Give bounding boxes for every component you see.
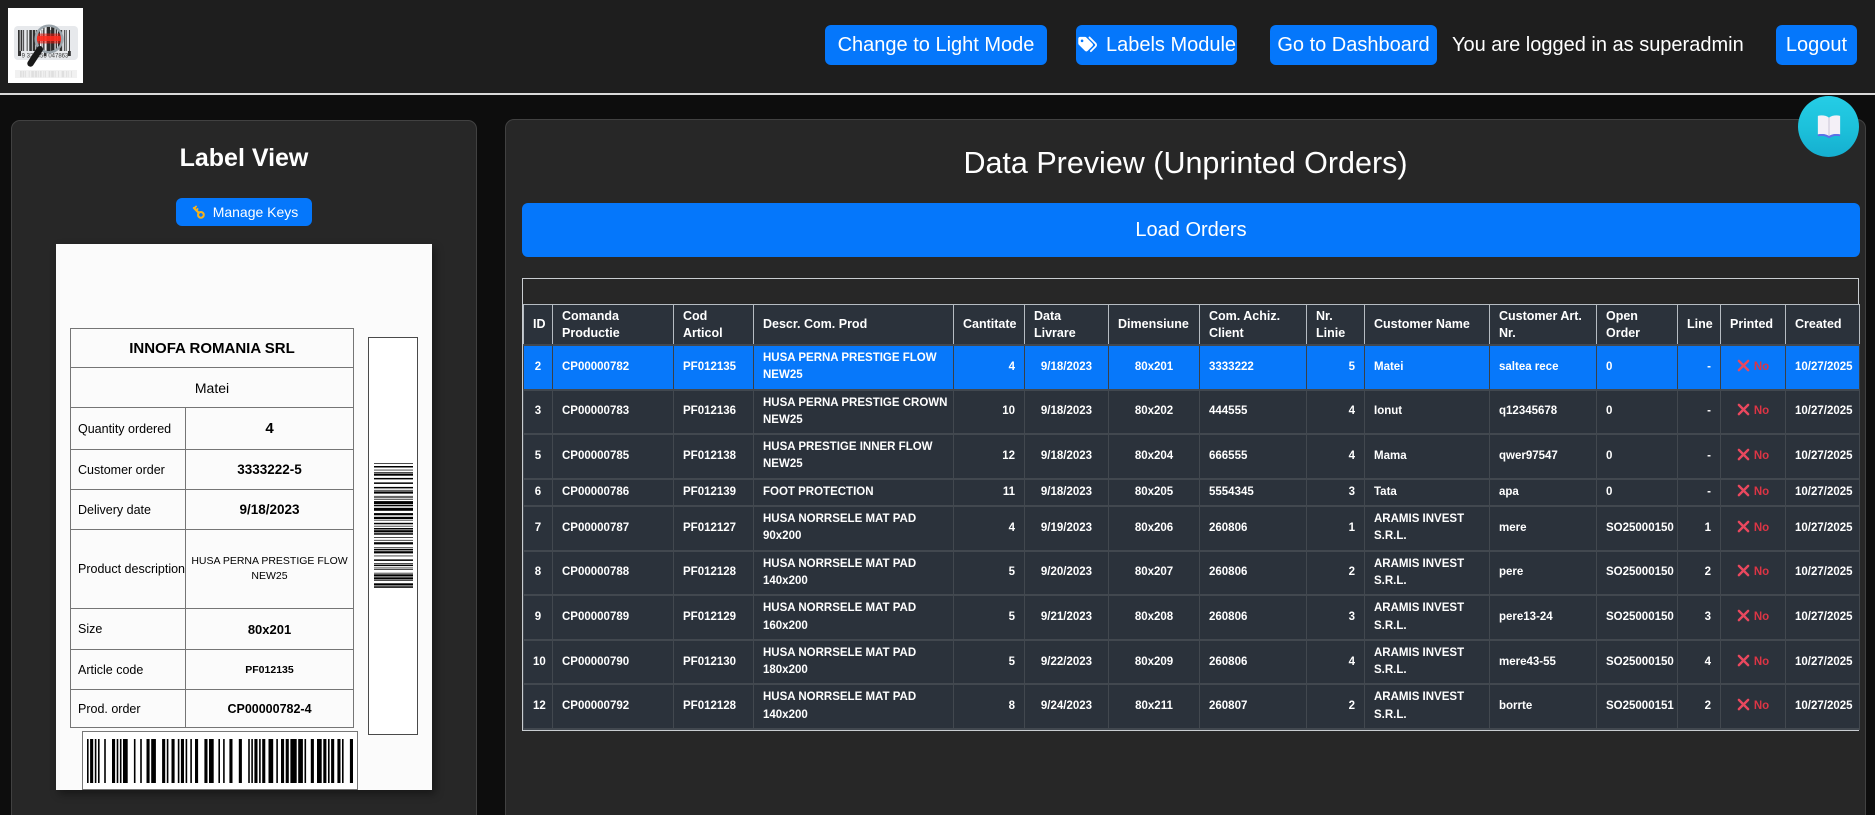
svg-text:9 323456 047863: 9 323456 047863 (22, 54, 69, 60)
